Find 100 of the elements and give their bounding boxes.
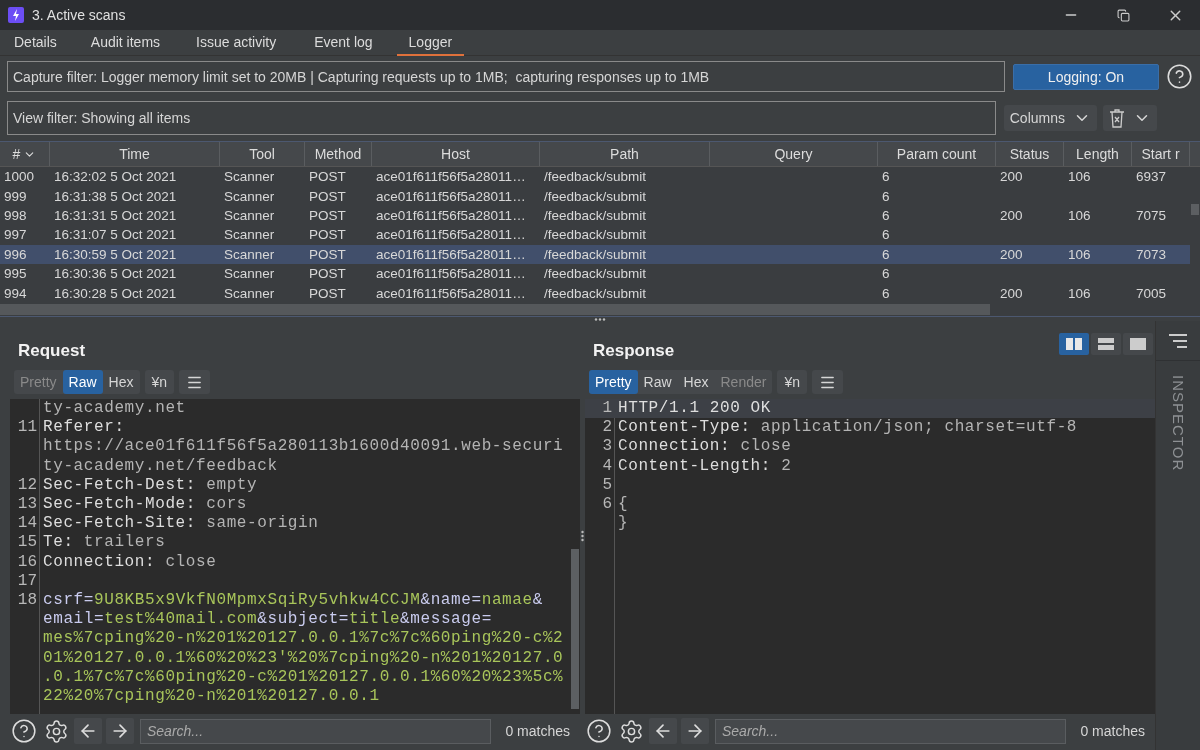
format-tab[interactable]: Pretty [589,370,638,394]
column-header[interactable]: Param count [878,142,996,166]
table-cell-text: 200 [999,284,1024,303]
tab[interactable]: Event log [302,30,385,56]
table-cell-text: Scanner [223,168,276,187]
columns-button[interactable]: Columns [1003,105,1097,131]
match-count: 0 matches [1080,723,1145,739]
tab[interactable]: Details [2,30,69,56]
split-columns-icon [1066,338,1082,350]
code-line: Sec-Fetch-Site: same-origin [43,514,319,534]
grip-handle-icon[interactable] [581,529,584,542]
single-pane-icon [1130,338,1146,350]
back-button[interactable] [649,718,677,744]
table-cell-text: ace01f611f56f5a28011… [375,245,527,264]
menu-icon[interactable] [1168,333,1188,348]
search-field[interactable]: Search... [140,718,492,744]
table-cell-text: ace01f611f56f5a28011… [375,168,527,187]
tab[interactable]: Issue activity [184,30,289,56]
code-line: HTTP/1.1 200 OK [618,399,772,419]
table-cell-text: ace01f611f56f5a28011… [375,265,527,284]
selected-row[interactable]: 996 16:30:59 5 Oct 2021 Scanner POST ace01f611f56f5a28011… /feedback/submit 6 200 106 7073 [0,244,1190,264]
table-cell-text: 16:30:28 5 Oct 2021 [53,284,178,303]
table-cell-text: /feedback/submit [543,245,648,264]
table-cell-text: Scanner [223,187,276,206]
tab[interactable]: Audit items [78,30,173,56]
menu-button[interactable] [812,370,843,394]
newline-toggle-button[interactable]: ¥n [144,370,175,394]
forward-button[interactable] [106,718,134,744]
table-cell-text: 16:31:31 5 Oct 2021 [53,206,178,225]
newline-toggle-button[interactable]: ¥n [777,370,807,394]
format-tab[interactable]: Hex [677,370,715,394]
table-cell-text: 7073 [1135,245,1168,264]
table-cell-text: 6 [881,265,891,284]
table-cell-text: 6 [881,187,891,206]
table-cell-text: 106 [1067,206,1092,225]
table-cell-text: ace01f611f56f5a28011… [375,187,527,206]
column-header[interactable]: Path [540,142,710,166]
view-mode-button[interactable] [1091,333,1121,355]
app-logo-icon [8,7,24,23]
table-cell-text: /feedback/submit [543,284,648,303]
view-mode-button[interactable] [1059,333,1089,355]
table-cell-text: 997 [3,226,28,245]
column-header[interactable]: Start r [1132,142,1190,166]
table-cell-text: 7005 [1135,284,1168,303]
column-header[interactable]: Time [50,142,220,166]
line-number: 5 [601,475,613,495]
code-line: Connection: close [43,552,217,572]
column-header[interactable]: Status [996,142,1064,166]
line-number: 13 [16,495,38,515]
logging-toggle-button[interactable]: Logging: On [1013,63,1159,90]
line-number: 16 [16,552,38,572]
view-filter-bar[interactable]: View filter: Showing all items [7,101,996,135]
code-line: Referer: [43,418,126,438]
forward-button[interactable] [681,718,709,744]
table-cell-text: 200 [999,206,1024,225]
table-cell-text: 16:30:59 5 Oct 2021 [53,245,178,264]
inspector-label[interactable]: INSPECTOR [1169,375,1187,472]
grip-handle-icon[interactable] [594,317,606,321]
table-cell-text: 996 [3,245,28,264]
line-number: 2 [601,418,613,438]
code-line: Sec-Fetch-Dest: empty [43,475,258,495]
back-button[interactable] [74,718,102,744]
table-cell-text: 200 [999,245,1024,264]
column-header[interactable]: Query [710,142,878,166]
trash-icon [1109,108,1125,128]
table-cell-text: POST [308,226,347,245]
format-tab[interactable]: Raw [62,370,103,394]
column-header[interactable]: Tool [220,142,305,166]
view-mode-button[interactable] [1123,333,1153,355]
table-cell-text: POST [308,187,347,206]
table-cell-text: POST [308,284,347,303]
clear-log-button[interactable] [1103,105,1157,131]
table-cell-text: 16:32:02 5 Oct 2021 [53,168,178,187]
code-line: Content-Length: 2 [618,456,792,476]
code-line: ty-academy.net/feedback [43,456,279,476]
help-icon[interactable] [1165,62,1193,91]
table-cell-text: 6 [881,206,891,225]
search-field[interactable]: Search... [715,718,1067,744]
column-header[interactable]: Method [305,142,372,166]
column-header[interactable]: Host [372,142,540,166]
code-line: csrf=9U8KB5x9VkfN0MpmxSqiRy5vhkw4CCJM&name=namae& [43,591,544,611]
menu-button[interactable] [179,370,211,394]
table-cell-text: ace01f611f56f5a28011… [375,206,527,225]
help-icon[interactable] [585,717,613,745]
match-count: 0 matches [505,723,570,739]
format-tab[interactable]: Raw [637,370,678,394]
code-line: 22%20%7cping%20-n%201%20127.0.0.1 [43,687,381,707]
code-line: https://ace01f611f56f5a280113b1600d40091.web-securi [43,437,564,457]
code-line: Sec-Fetch-Mode: cors [43,495,248,515]
code-line: Connection: close [618,437,792,457]
format-tab[interactable]: Hex [102,370,140,394]
tab[interactable]: Logger [396,30,465,56]
line-number: 14 [16,514,38,534]
capture-filter-bar[interactable]: Capture filter: Logger memory limit set to 20MB | Capturing requests up to 1MB; capturing responses up to 1MB [7,61,1005,92]
code-line: { [618,495,629,515]
column-header[interactable]: Length [1064,142,1132,166]
line-number: 17 [16,571,38,592]
column-header[interactable]: # [0,142,50,166]
line-number: 3 [601,437,613,457]
help-icon[interactable] [10,717,38,745]
